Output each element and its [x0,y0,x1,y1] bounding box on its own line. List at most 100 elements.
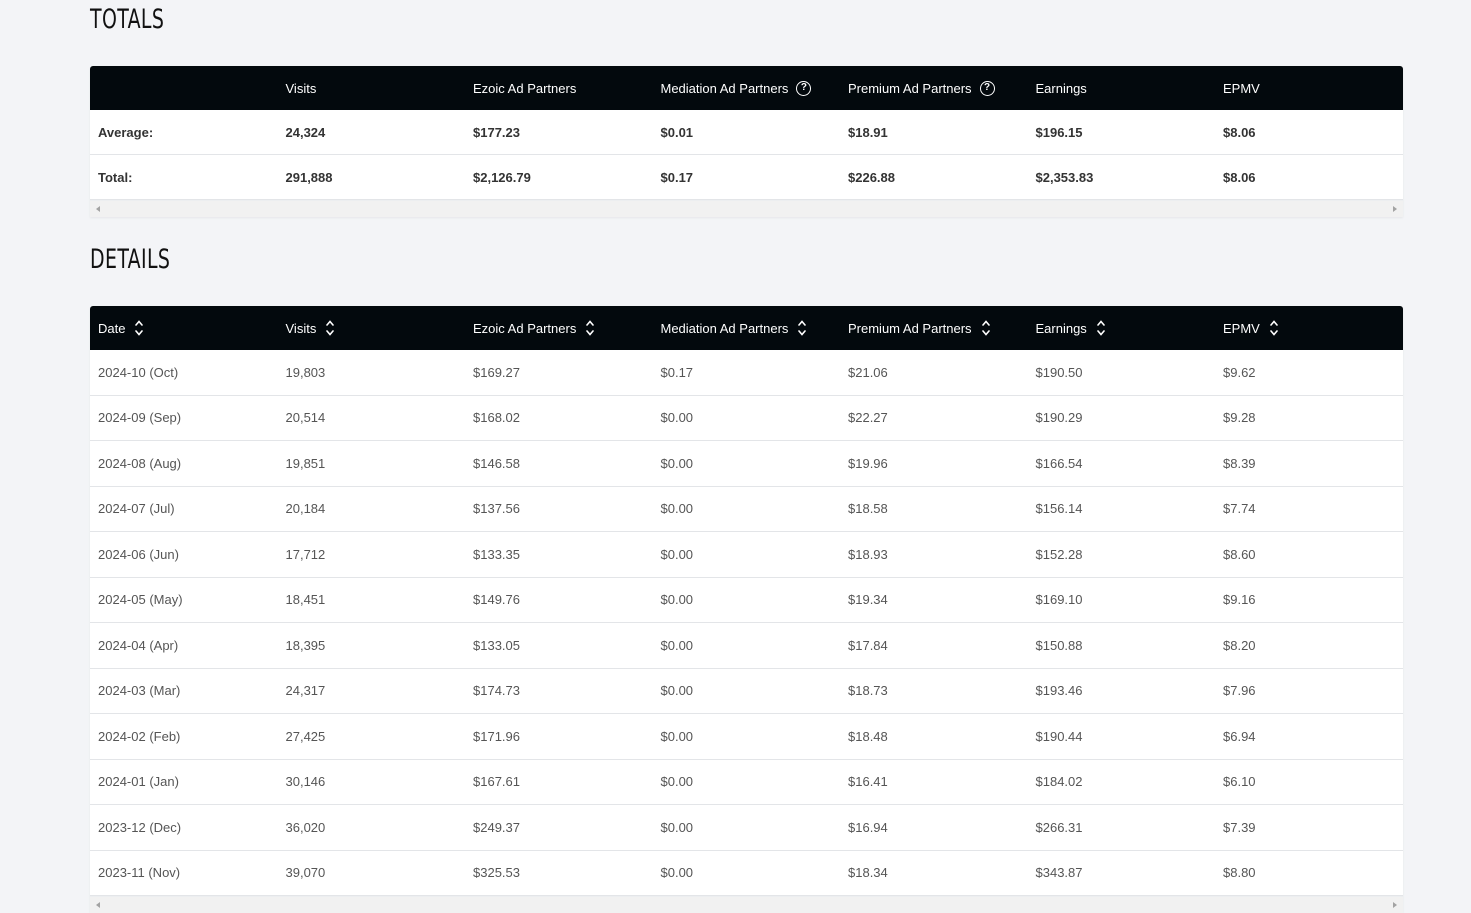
details-cell-mediation: $0.00 [660,865,694,881]
sort-icon[interactable] [798,319,807,337]
details-cell-visits: 36,020 [285,819,326,835]
details-cell-premium: $19.34 [848,592,888,608]
details-cell-mediation: $0.00 [660,683,694,699]
totals-header-ezoic: Ezoic Ad Partners [465,81,653,96]
details-cell-premium: $18.73 [848,683,888,699]
horizontal-scrollbar[interactable] [90,896,1403,913]
details-cell-ezoic: $174.73 [473,683,520,699]
details-cell-visits: 39,070 [285,865,326,881]
details-header-visits[interactable]: Visits [278,319,466,337]
totals-cell-ezoic: $177.23 [473,124,520,140]
details-cell-earnings: $190.50 [1035,364,1083,380]
details-cell-visits: 27,425 [285,728,326,744]
details-cell-epmv: $9.16 [1223,592,1256,608]
sort-icon[interactable] [1097,319,1105,337]
details-header-row: Date Visits Ezoic Ad Partners Mediation Ad … [90,306,1403,350]
details-cell-earnings: $156.14 [1035,501,1083,517]
sort-icon[interactable] [326,319,335,337]
question-circle-icon[interactable]: ? [979,80,995,96]
details-cell-earnings: $166.54 [1035,455,1083,471]
details-cell-premium: $22.27 [848,410,888,426]
details-cell-earnings: $169.10 [1035,592,1083,608]
totals-cell-mediation: $0.17 [660,169,694,185]
sort-icon[interactable] [1270,319,1278,337]
totals-header-earnings: Earnings [1028,81,1216,96]
details-header-ezoic[interactable]: Ezoic Ad Partners [465,319,653,337]
totals-header-row: Visits Ezoic Ad Partners Mediation Ad Pa… [90,66,1403,110]
question-circle-icon[interactable]: ? [796,80,812,96]
details-cell-premium: $21.06 [848,364,888,380]
totals-cell-earnings: $196.15 [1035,124,1083,140]
details-cell-epmv: $8.39 [1223,455,1256,471]
details-cell-ezoic: $249.37 [473,819,520,835]
horizontal-scrollbar[interactable] [90,200,1403,217]
details-cell-earnings: $343.87 [1035,865,1083,881]
totals-cell-mediation: $0.01 [660,124,694,140]
scroll-left-icon[interactable] [96,902,100,908]
details-cell-ezoic: $146.58 [473,455,520,471]
table-row: 2024-06 (Jun) 17,712 $133.35 $0.00 $18.93 $15… [90,532,1403,578]
details-cell-mediation: $0.00 [660,819,694,835]
details-cell-visits: 24,317 [285,683,326,699]
header-label: EPMV [1223,320,1260,336]
header-label: EPMV [1223,80,1260,96]
header-label: Premium Ad Partners [848,320,972,336]
details-cell-mediation: $0.00 [660,410,694,426]
totals-header-premium: Premium Ad Partners ? [840,80,1028,96]
header-label: Mediation Ad Partners [660,80,789,96]
details-cell-date: 2024-10 (Oct) [98,364,179,380]
details-cell-premium: $18.93 [848,546,888,562]
details-header-earnings[interactable]: Earnings [1028,319,1216,337]
details-header-premium[interactable]: Premium Ad Partners [840,319,1028,337]
header-label: Ezoic Ad Partners [473,80,577,96]
sort-icon[interactable] [981,319,990,337]
details-cell-premium: $18.48 [848,728,888,744]
details-cell-epmv: $8.80 [1223,865,1256,881]
totals-cell-epmv: $8.06 [1223,169,1256,185]
header-label: Earnings [1035,320,1087,336]
sort-icon[interactable] [586,319,595,337]
details-cell-date: 2024-09 (Sep) [98,410,182,426]
details-cell-mediation: $0.17 [660,364,694,380]
details-cell-date: 2024-05 (May) [98,592,183,608]
scroll-right-icon[interactable] [1393,902,1397,908]
details-cell-epmv: $6.10 [1223,774,1256,790]
details-cell-premium: $16.94 [848,819,888,835]
header-label: Ezoic Ad Partners [473,320,577,336]
table-row: 2024-08 (Aug) 19,851 $146.58 $0.00 $19.96 $16… [90,441,1403,487]
details-cell-date: 2023-11 (Nov) [98,865,181,881]
header-label: Earnings [1035,80,1087,96]
table-row: 2024-03 (Mar) 24,317 $174.73 $0.00 $18.73 $19… [90,668,1403,714]
sort-icon[interactable] [135,319,144,337]
totals-header-visits: Visits [278,81,466,96]
details-cell-date: 2024-02 (Feb) [98,728,181,744]
totals-table: Visits Ezoic Ad Partners Mediation Ad Pa… [90,66,1403,217]
details-cell-premium: $17.84 [848,637,888,653]
header-label: Premium Ad Partners [848,80,972,96]
totals-title: TOTALS [90,4,165,35]
scroll-right-icon[interactable] [1393,206,1397,212]
table-row: 2023-12 (Dec) 36,020 $249.37 $0.00 $16.94 $26… [90,805,1403,851]
scroll-left-icon[interactable] [96,206,100,212]
details-cell-epmv: $7.74 [1223,501,1256,517]
details-cell-earnings: $184.02 [1035,774,1083,790]
details-cell-earnings: $150.88 [1035,637,1083,653]
details-cell-visits: 17,712 [285,546,326,562]
details-cell-visits: 19,851 [285,455,326,471]
details-cell-earnings: $190.44 [1035,728,1083,744]
details-cell-visits: 20,514 [285,410,326,426]
details-cell-mediation: $0.00 [660,774,694,790]
details-cell-ezoic: $169.27 [473,364,520,380]
header-label: Visits [285,320,317,336]
table-row: 2024-01 (Jan) 30,146 $167.61 $0.00 $16.41 $18… [90,759,1403,805]
details-cell-visits: 18,451 [285,592,326,608]
totals-body: Average: 24,324 $177.23 $0.01 $18.91 $196.15 $… [90,110,1403,200]
details-cell-date: 2024-01 (Jan) [98,774,179,790]
details-header-mediation[interactable]: Mediation Ad Partners [653,319,841,337]
details-cell-ezoic: $133.35 [473,546,520,562]
details-header-date[interactable]: Date [90,319,278,337]
totals-header-mediation: Mediation Ad Partners ? [653,80,841,96]
details-cell-visits: 18,395 [285,637,326,653]
totals-cell-earnings: $2,353.83 [1035,169,1094,185]
details-header-epmv[interactable]: EPMV [1215,319,1403,337]
